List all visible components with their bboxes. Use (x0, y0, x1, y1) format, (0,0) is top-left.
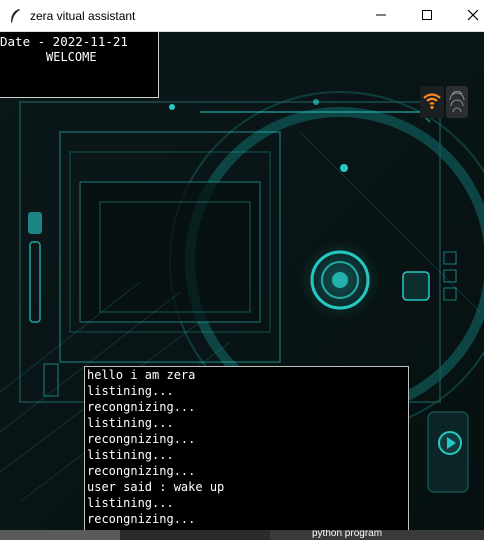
maximize-icon (421, 6, 433, 25)
log-line: recongnizing... (87, 400, 196, 414)
log-line: user said : wake up (87, 480, 225, 494)
taskbar-thumb[interactable] (0, 530, 120, 540)
wifi-button[interactable] (420, 86, 444, 118)
minimize-icon (375, 6, 387, 25)
fingerprint-icon (446, 90, 468, 122)
minimize-button[interactable] (358, 0, 404, 31)
log-line: listining... (87, 448, 174, 462)
log-line: hello i am zera (87, 368, 196, 382)
wifi-icon (422, 89, 442, 115)
window-title: zera vitual assistant (30, 8, 136, 23)
console-log[interactable]: hello i am zera listining... recongnizin… (84, 366, 409, 532)
taskbar: python program (0, 530, 484, 540)
play-icon (437, 430, 463, 460)
log-line: listining... (87, 496, 174, 510)
close-button[interactable] (450, 0, 484, 31)
taskbar-thumb[interactable] (120, 530, 270, 540)
play-button[interactable] (436, 424, 464, 466)
log-line: recongnizing... (87, 512, 196, 526)
title-bar: zera vitual assistant (0, 0, 484, 32)
welcome-label: WELCOME (46, 50, 97, 64)
date-panel: Date - 2022-11-21 WELCOME (0, 32, 159, 98)
log-line: recongnizing... (87, 432, 196, 446)
maximize-button[interactable] (404, 0, 450, 31)
taskbar-item[interactable]: python program (312, 530, 382, 539)
feather-icon (6, 7, 24, 25)
date-label: Date - 2022-11-21 (0, 34, 128, 49)
close-icon (467, 6, 479, 25)
fingerprint-button[interactable] (446, 86, 468, 118)
log-line: listining... (87, 384, 174, 398)
log-line: listining... (87, 416, 174, 430)
log-line: recongnizing... (87, 464, 196, 478)
